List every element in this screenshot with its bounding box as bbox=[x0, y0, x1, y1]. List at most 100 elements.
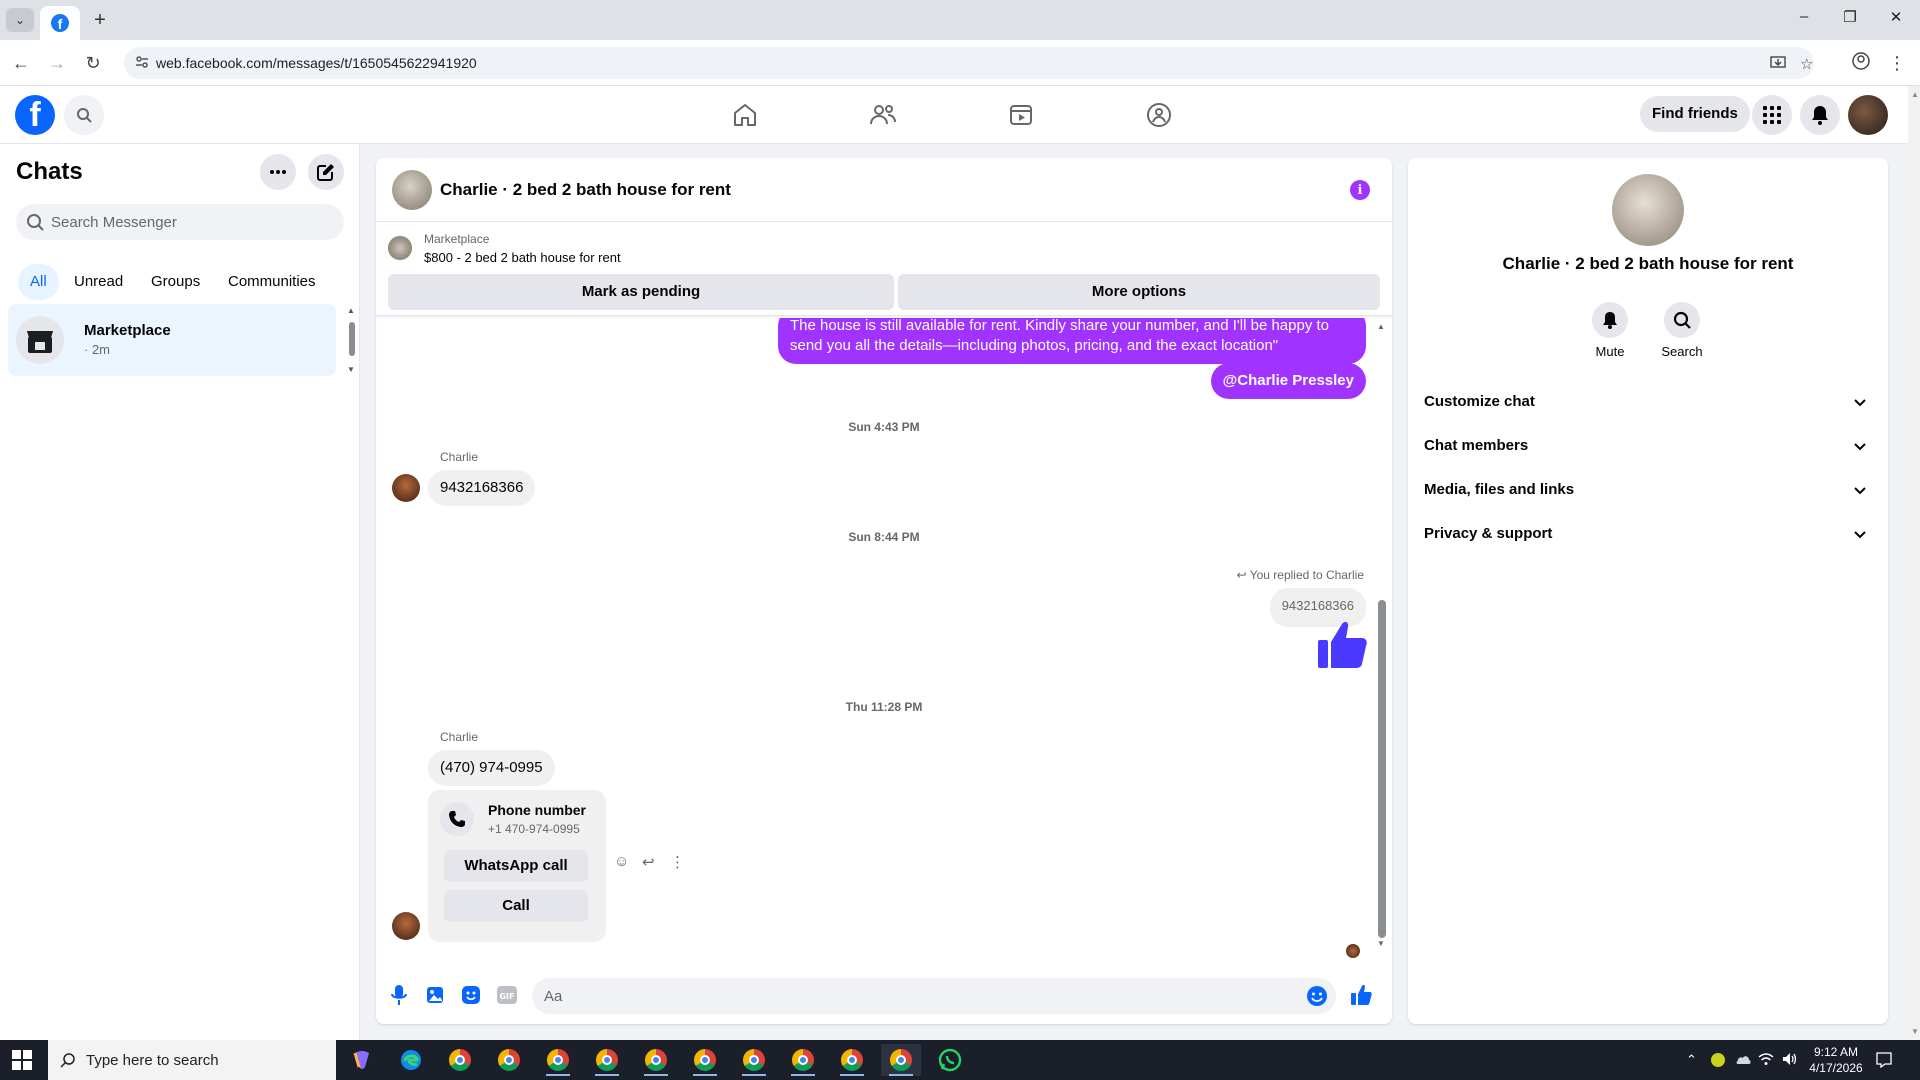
wifi-icon[interactable] bbox=[1758, 1052, 1774, 1069]
filter-communities[interactable]: Communities bbox=[216, 264, 328, 300]
filter-groups[interactable]: Groups bbox=[139, 264, 212, 300]
volume-icon[interactable] bbox=[1782, 1052, 1798, 1069]
page-scrollbar[interactable]: ▲ ▼ bbox=[1908, 86, 1920, 1040]
message-input-box[interactable] bbox=[532, 978, 1336, 1014]
emoji-icon[interactable] bbox=[1306, 985, 1328, 1012]
photo-icon[interactable] bbox=[424, 984, 446, 1006]
system-clock[interactable]: 9:12 AM 4/17/2026 bbox=[1806, 1044, 1866, 1076]
groups-icon[interactable] bbox=[1142, 98, 1176, 132]
mark-as-pending-button[interactable]: Mark as pending bbox=[388, 274, 894, 310]
friends-icon[interactable] bbox=[866, 98, 900, 132]
chats-scrollbar[interactable]: ▲ ▼ bbox=[344, 306, 358, 374]
react-emoji-icon[interactable]: ☺ bbox=[614, 853, 629, 870]
privacy-support-section[interactable]: Privacy & support bbox=[1416, 512, 1880, 556]
notifications-bell-icon[interactable] bbox=[1800, 95, 1840, 135]
incoming-message[interactable]: (470) 974-0995 bbox=[428, 750, 555, 786]
mention-message[interactable]: @Charlie Pressley bbox=[1210, 363, 1366, 399]
chrome-icon[interactable] bbox=[783, 1044, 823, 1076]
chat-scrollbar[interactable]: ▲ ▼ bbox=[1374, 318, 1388, 958]
outgoing-message[interactable]: The house is still available for rent. K… bbox=[778, 318, 1366, 364]
menu-grid-icon[interactable] bbox=[1752, 95, 1792, 135]
mute-button[interactable]: Mute bbox=[1580, 302, 1640, 359]
chrome-icon[interactable] bbox=[440, 1044, 480, 1076]
facebook-logo[interactable]: f bbox=[15, 95, 55, 135]
scroll-up-arrow-icon[interactable]: ▲ bbox=[1377, 322, 1385, 331]
listing-title[interactable]: $800 - 2 bed 2 bath house for rent bbox=[424, 250, 621, 265]
listing-thumbnail[interactable] bbox=[388, 236, 412, 260]
conversation-info-icon[interactable]: i bbox=[1350, 180, 1370, 200]
sticker-icon[interactable] bbox=[460, 984, 482, 1006]
minimize-button[interactable]: – bbox=[1792, 8, 1816, 25]
copilot-icon[interactable] bbox=[342, 1044, 382, 1076]
watch-icon[interactable] bbox=[1004, 98, 1038, 132]
scroll-down-arrow-icon[interactable]: ▼ bbox=[347, 365, 355, 374]
whatsapp-call-button[interactable]: WhatsApp call bbox=[444, 850, 588, 882]
notification-center-icon[interactable] bbox=[1876, 1052, 1892, 1071]
filter-unread[interactable]: Unread bbox=[62, 264, 135, 300]
chat-scroll-thumb[interactable] bbox=[1378, 600, 1386, 938]
more-actions-icon[interactable]: ⋮ bbox=[670, 853, 685, 871]
scroll-down-arrow-icon[interactable]: ▼ bbox=[1377, 939, 1385, 948]
chats-scroll-thumb[interactable] bbox=[349, 322, 355, 356]
contact-avatar[interactable] bbox=[392, 474, 420, 502]
chrome-icon[interactable] bbox=[636, 1044, 676, 1076]
chrome-icon[interactable] bbox=[489, 1044, 529, 1076]
chrome-icon[interactable] bbox=[587, 1044, 627, 1076]
search-in-conversation-button[interactable]: Search bbox=[1652, 302, 1712, 359]
thumbs-up-sticker-icon[interactable] bbox=[1316, 620, 1368, 675]
chrome-icon[interactable] bbox=[881, 1044, 921, 1076]
chrome-icon[interactable] bbox=[685, 1044, 725, 1076]
taskbar-search[interactable] bbox=[48, 1040, 336, 1080]
home-icon[interactable] bbox=[728, 98, 762, 132]
new-message-icon[interactable] bbox=[308, 154, 344, 190]
edge-icon[interactable] bbox=[391, 1044, 431, 1076]
scroll-up-arrow-icon[interactable]: ▲ bbox=[1911, 90, 1919, 99]
close-window-button[interactable]: ✕ bbox=[1884, 8, 1908, 26]
contact-avatar[interactable] bbox=[392, 912, 420, 940]
find-friends-button[interactable]: Find friends bbox=[1640, 96, 1750, 132]
chrome-icon[interactable] bbox=[832, 1044, 872, 1076]
chrome-icon[interactable] bbox=[538, 1044, 578, 1076]
address-bar[interactable]: web.facebook.com/messages/t/165054562294… bbox=[124, 47, 1814, 79]
more-options-button[interactable]: More options bbox=[898, 274, 1380, 310]
onedrive-icon[interactable] bbox=[1734, 1052, 1752, 1069]
filter-all[interactable]: All bbox=[18, 264, 59, 300]
new-tab-button[interactable]: + bbox=[88, 8, 112, 32]
profile-icon[interactable] bbox=[1850, 52, 1872, 74]
more-options-icon[interactable] bbox=[260, 154, 296, 190]
chat-avatar[interactable] bbox=[392, 170, 432, 210]
customize-chat-section[interactable]: Customize chat bbox=[1416, 380, 1880, 424]
site-info-icon[interactable] bbox=[134, 55, 150, 71]
browser-menu-icon[interactable]: ⋮ bbox=[1886, 52, 1908, 74]
reload-icon[interactable]: ↻ bbox=[82, 52, 104, 74]
messenger-search-input[interactable] bbox=[51, 204, 331, 240]
scroll-down-arrow-icon[interactable]: ▼ bbox=[1911, 1027, 1919, 1036]
search-icon[interactable] bbox=[64, 95, 104, 135]
conversation-item[interactable]: Marketplace · 2m bbox=[8, 304, 336, 376]
bookmark-star-icon[interactable]: ☆ bbox=[1800, 55, 1813, 73]
call-button[interactable]: Call bbox=[444, 890, 588, 922]
install-app-icon[interactable] bbox=[1770, 55, 1786, 75]
scroll-up-arrow-icon[interactable]: ▲ bbox=[347, 306, 355, 315]
gif-icon[interactable]: GIF bbox=[496, 984, 518, 1006]
chat-members-section[interactable]: Chat members bbox=[1416, 424, 1880, 468]
media-files-links-section[interactable]: Media, files and links bbox=[1416, 468, 1880, 512]
tray-app-icon[interactable] bbox=[1710, 1052, 1726, 1071]
microphone-icon[interactable] bbox=[388, 984, 410, 1006]
forward-arrow-icon[interactable]: → bbox=[46, 52, 68, 74]
chrome-icon[interactable] bbox=[734, 1044, 774, 1076]
messenger-search[interactable] bbox=[16, 204, 344, 240]
incoming-message[interactable]: 9432168366 bbox=[428, 470, 536, 506]
message-input[interactable] bbox=[544, 978, 1284, 1014]
account-avatar[interactable] bbox=[1848, 95, 1888, 135]
chat-title[interactable]: Charlie · 2 bed 2 bath house for rent bbox=[440, 180, 731, 200]
like-thumbs-up-icon[interactable] bbox=[1350, 984, 1372, 1006]
back-arrow-icon[interactable]: ← bbox=[10, 52, 32, 74]
tab-search-button[interactable]: ⌄ bbox=[6, 8, 34, 32]
show-hidden-icons-chevron-icon[interactable]: ⌃ bbox=[1686, 1052, 1697, 1068]
contact-profile-photo[interactable] bbox=[1612, 174, 1684, 246]
taskbar-search-input[interactable] bbox=[86, 1040, 326, 1080]
browser-tab-facebook[interactable]: f bbox=[40, 6, 80, 40]
restore-button[interactable]: ❐ bbox=[1838, 8, 1862, 26]
reply-icon[interactable]: ↩ bbox=[642, 853, 655, 871]
